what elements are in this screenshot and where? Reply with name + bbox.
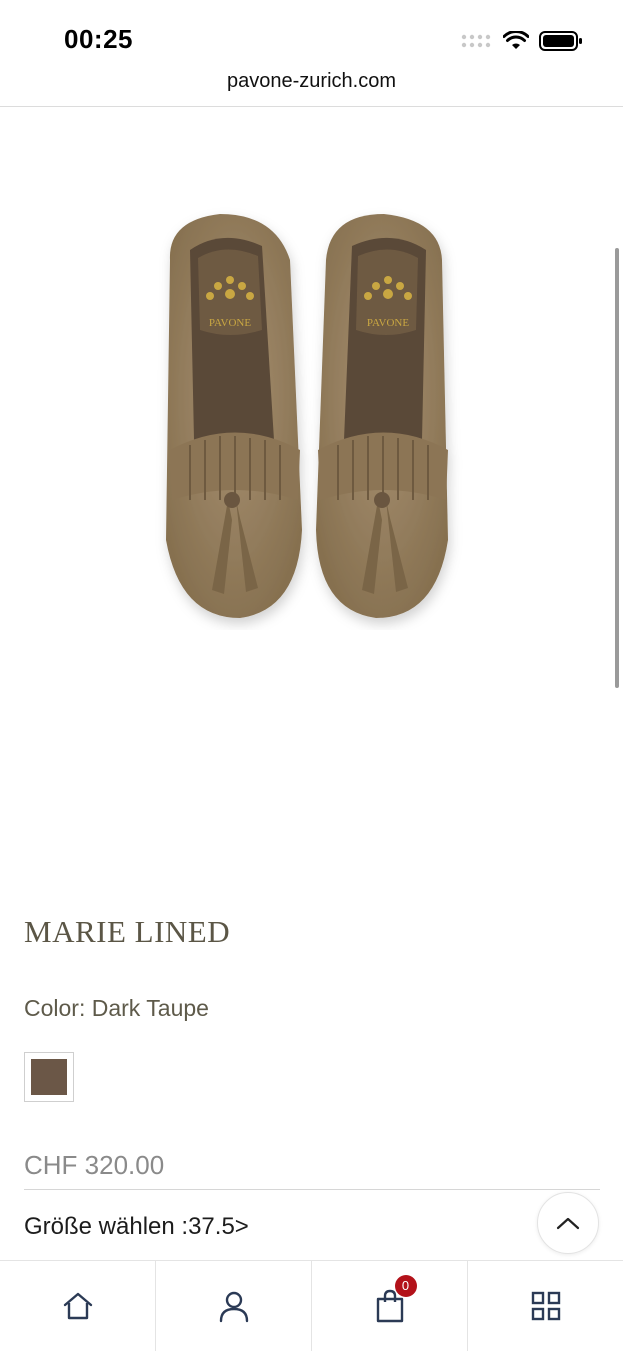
nav-menu[interactable] (468, 1261, 623, 1351)
insole-brand-right: PAVONE (367, 317, 409, 329)
product-price: CHF 320.00 (24, 1150, 165, 1180)
account-icon (219, 1291, 248, 1323)
product-image[interactable]: PAVONE PAVONE (150, 200, 470, 630)
size-selector[interactable]: Größe wählen :37.5> (24, 1213, 249, 1241)
cart-count-badge: 0 (394, 1275, 417, 1297)
status-icons (461, 30, 583, 52)
wifi-icon (503, 31, 529, 49)
signal-dots-icon (461, 34, 491, 48)
product-title: MARIE LINED (24, 914, 231, 949)
nav-cart[interactable]: 0 (312, 1261, 468, 1351)
battery-icon (539, 31, 582, 51)
status-time: 00:25 (64, 24, 133, 54)
loafer-slippers-image: PAVONE PAVONE (166, 214, 448, 618)
status-bar: 00:25 (0, 0, 623, 70)
product-color-label: Color: Dark Taupe (24, 995, 209, 1021)
nav-account[interactable] (156, 1261, 312, 1351)
url-bar[interactable]: pavone-zurich.com (0, 70, 623, 106)
url-text: pavone-zurich.com (227, 70, 396, 92)
chevron-up-icon (556, 1217, 580, 1230)
price-divider (24, 1189, 600, 1190)
color-swatch-fill (31, 1059, 67, 1095)
page-scrollbar[interactable] (615, 248, 619, 688)
insole-brand-left: PAVONE (209, 317, 251, 329)
home-icon (63, 1292, 92, 1320)
scroll-to-top-button[interactable] (537, 1192, 599, 1254)
grid-menu-icon (531, 1291, 560, 1321)
bottom-navigation: 0 (0, 1260, 623, 1351)
nav-home[interactable] (0, 1261, 156, 1351)
color-swatch-dark-taupe[interactable] (24, 1052, 74, 1102)
url-divider (0, 106, 623, 107)
